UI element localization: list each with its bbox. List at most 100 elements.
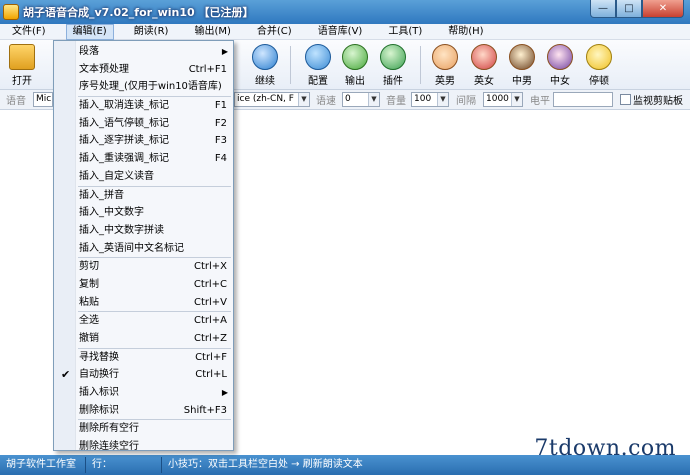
edit-menu-item-label: 复制 xyxy=(79,278,99,290)
open-button[interactable]: 打开 xyxy=(4,44,40,88)
folder-icon xyxy=(9,44,35,70)
menu-edit[interactable]: 编辑(E) xyxy=(65,23,114,40)
edit-menu-item[interactable]: 全选 Ctrl+A xyxy=(54,312,233,330)
edit-menu-item[interactable]: 删除连续空行 xyxy=(54,438,233,456)
toolbar-separator xyxy=(290,46,291,84)
edit-menu-item[interactable]: 插入_英语间中文名标记 xyxy=(54,240,233,258)
edit-menu-item-label: 插入_取消连读_标记 xyxy=(79,100,169,112)
pause-face-icon xyxy=(586,44,612,70)
config-label: 配置 xyxy=(308,76,328,87)
app-icon xyxy=(3,4,19,20)
edit-menu-item[interactable]: 插入_重读强调_标记 F4 xyxy=(54,150,233,168)
chinese-female-button[interactable]: 中女 xyxy=(542,44,578,88)
maximize-button[interactable]: □ xyxy=(616,0,642,18)
edit-menu-item[interactable]: 剪切 Ctrl+X xyxy=(54,258,233,276)
edit-menu-item[interactable]: 寻找替换 Ctrl+F xyxy=(54,349,233,367)
volume-label: 音量 xyxy=(386,96,406,107)
continue-label: 继续 xyxy=(255,76,275,87)
male-avatar-icon xyxy=(509,44,535,70)
edit-menu-item-label: 插入_重读强调_标记 xyxy=(79,153,169,165)
edit-menu-item[interactable]: 复制 Ctrl+C xyxy=(54,276,233,294)
edit-menu-item[interactable]: 插入_中文数字 xyxy=(54,204,233,222)
edit-menu-dropdown: 段落 ▶ 文本预处理 Ctrl+F1 序号处理_(仅用于win10语音库) 插入_取消连读… xyxy=(53,40,234,452)
menu-read[interactable]: 朗读(R) xyxy=(128,24,175,40)
voice-select-text: ice (zh-CN, F xyxy=(237,94,294,104)
menu-file[interactable]: 文件(F) xyxy=(6,24,52,40)
monitor-clipboard-checkbox[interactable] xyxy=(620,94,631,105)
status-line: 行： xyxy=(86,457,162,473)
edit-menu-item[interactable]: 插入_自定义读音 xyxy=(54,168,233,186)
edit-menu-item[interactable]: 插入_取消连读_标记 F1 xyxy=(54,97,233,115)
submenu-arrow-icon: ▶ xyxy=(221,388,228,398)
female-avatar-icon xyxy=(471,44,497,70)
menu-output[interactable]: 输出(M) xyxy=(188,24,236,40)
continue-button[interactable]: 继续 xyxy=(247,44,283,88)
chinese-male-button[interactable]: 中男 xyxy=(504,44,540,88)
edit-menu-item[interactable]: 插入标识 ▶ xyxy=(54,384,233,402)
monitor-clipboard-label: 监视剪贴板 xyxy=(633,96,683,107)
pause-button[interactable]: 停顿 xyxy=(581,44,617,88)
output-button[interactable]: 输出 xyxy=(337,44,373,88)
edit-menu-item-label: 序号处理_(仅用于win10语音库) xyxy=(79,81,222,93)
menu-tools[interactable]: 工具(T) xyxy=(382,24,428,40)
volume-value: 100 xyxy=(414,94,432,104)
edit-menu-item[interactable]: 插入_中文数字拼读 xyxy=(54,222,233,240)
watermark: 7tdown.com xyxy=(534,436,676,461)
edit-menu-item[interactable]: 撤销 Ctrl+Z xyxy=(54,330,233,348)
close-button[interactable]: ✕ xyxy=(642,0,684,18)
minimize-button[interactable]: — xyxy=(590,0,616,18)
edit-menu-item-label: 寻找替换 xyxy=(79,351,119,363)
menu-help[interactable]: 帮助(H) xyxy=(442,24,489,40)
chevron-down-icon[interactable]: ▼ xyxy=(368,93,379,106)
edit-menu-item[interactable]: 插入_逐字拼读_标记 F3 xyxy=(54,132,233,150)
edit-menu-item-shortcut: F3 xyxy=(214,135,227,147)
edit-menu-item-shortcut: F4 xyxy=(214,153,227,165)
edit-menu-item[interactable]: 删除所有空行 xyxy=(54,420,233,438)
edit-menu-item[interactable]: 删除标识 Shift+F3 xyxy=(54,402,233,420)
interval-label: 间隔 xyxy=(456,96,476,107)
edit-menu-item-shortcut: Ctrl+X xyxy=(193,261,227,273)
edit-menu-item-label: 粘贴 xyxy=(79,296,99,308)
edit-menu-item-label: 插入_语气停顿_标记 xyxy=(79,117,169,129)
edit-menu-item[interactable]: 段落 ▶ xyxy=(54,43,233,61)
speed-value: 0 xyxy=(345,94,351,104)
edit-menu-item[interactable]: ✔ 自动换行 Ctrl+L xyxy=(54,366,233,384)
edit-menu-item-label: 撤销 xyxy=(79,333,99,344)
edit-menu-item[interactable]: 粘贴 Ctrl+V xyxy=(54,294,233,312)
plugin-icon xyxy=(380,44,406,70)
edit-menu-item-label: 插入_中文数字拼读 xyxy=(79,224,164,236)
edit-menu-item[interactable]: 序号处理_(仅用于win10语音库) xyxy=(54,78,233,96)
edit-menu-item[interactable]: 插入_语气停顿_标记 F2 xyxy=(54,115,233,133)
chevron-down-icon[interactable]: ▼ xyxy=(298,93,309,106)
voice-select-tail[interactable]: ice (zh-CN, F ▼ xyxy=(234,92,310,107)
plugin-button[interactable]: 插件 xyxy=(375,44,411,88)
config-button[interactable]: 配置 xyxy=(300,44,336,88)
edit-menu-item-label: 剪切 xyxy=(79,261,99,273)
edit-menu-item-shortcut: Ctrl+F xyxy=(195,351,227,363)
level-label: 电平 xyxy=(530,96,550,107)
chevron-down-icon[interactable]: ▼ xyxy=(437,93,448,106)
edit-menu-item[interactable]: 插入_拼音 xyxy=(54,187,233,205)
interval-select[interactable]: 1000 ▼ xyxy=(483,92,523,107)
edit-menu-list: 段落 ▶ 文本预处理 Ctrl+F1 序号处理_(仅用于win10语音库) 插入_取消连读… xyxy=(54,43,233,456)
chinese-male-label: 中男 xyxy=(512,76,532,87)
headphones-icon xyxy=(342,44,368,70)
edit-menu-item-label: 段落 xyxy=(79,46,99,57)
speed-select[interactable]: 0 ▼ xyxy=(342,92,380,107)
menu-merge[interactable]: 合并(C) xyxy=(251,24,298,40)
status-tip: 小技巧：双击工具栏空白处 → 刷新朗读文本 xyxy=(168,459,363,470)
menu-voice-library[interactable]: 语音库(V) xyxy=(312,24,369,40)
english-female-button[interactable]: 英女 xyxy=(466,44,502,88)
edit-menu-item-label: 删除标识 xyxy=(79,404,119,416)
edit-menu-item-label: 文本预处理 xyxy=(79,63,129,75)
edit-menu-item[interactable]: 文本预处理 Ctrl+F1 xyxy=(54,61,233,79)
english-male-button[interactable]: 英男 xyxy=(427,44,463,88)
volume-select[interactable]: 100 ▼ xyxy=(411,92,449,107)
chevron-down-icon[interactable]: ▼ xyxy=(511,93,522,106)
edit-menu-item-label: 插入_英语间中文名标记 xyxy=(79,242,184,254)
edit-menu-item-label: 插入_中文数字 xyxy=(79,207,144,219)
edit-menu-item-shortcut: Shift+F3 xyxy=(183,404,227,416)
pause-label: 停顿 xyxy=(589,76,609,87)
voice-select[interactable]: Micr xyxy=(33,92,53,107)
gear-icon xyxy=(305,44,331,70)
